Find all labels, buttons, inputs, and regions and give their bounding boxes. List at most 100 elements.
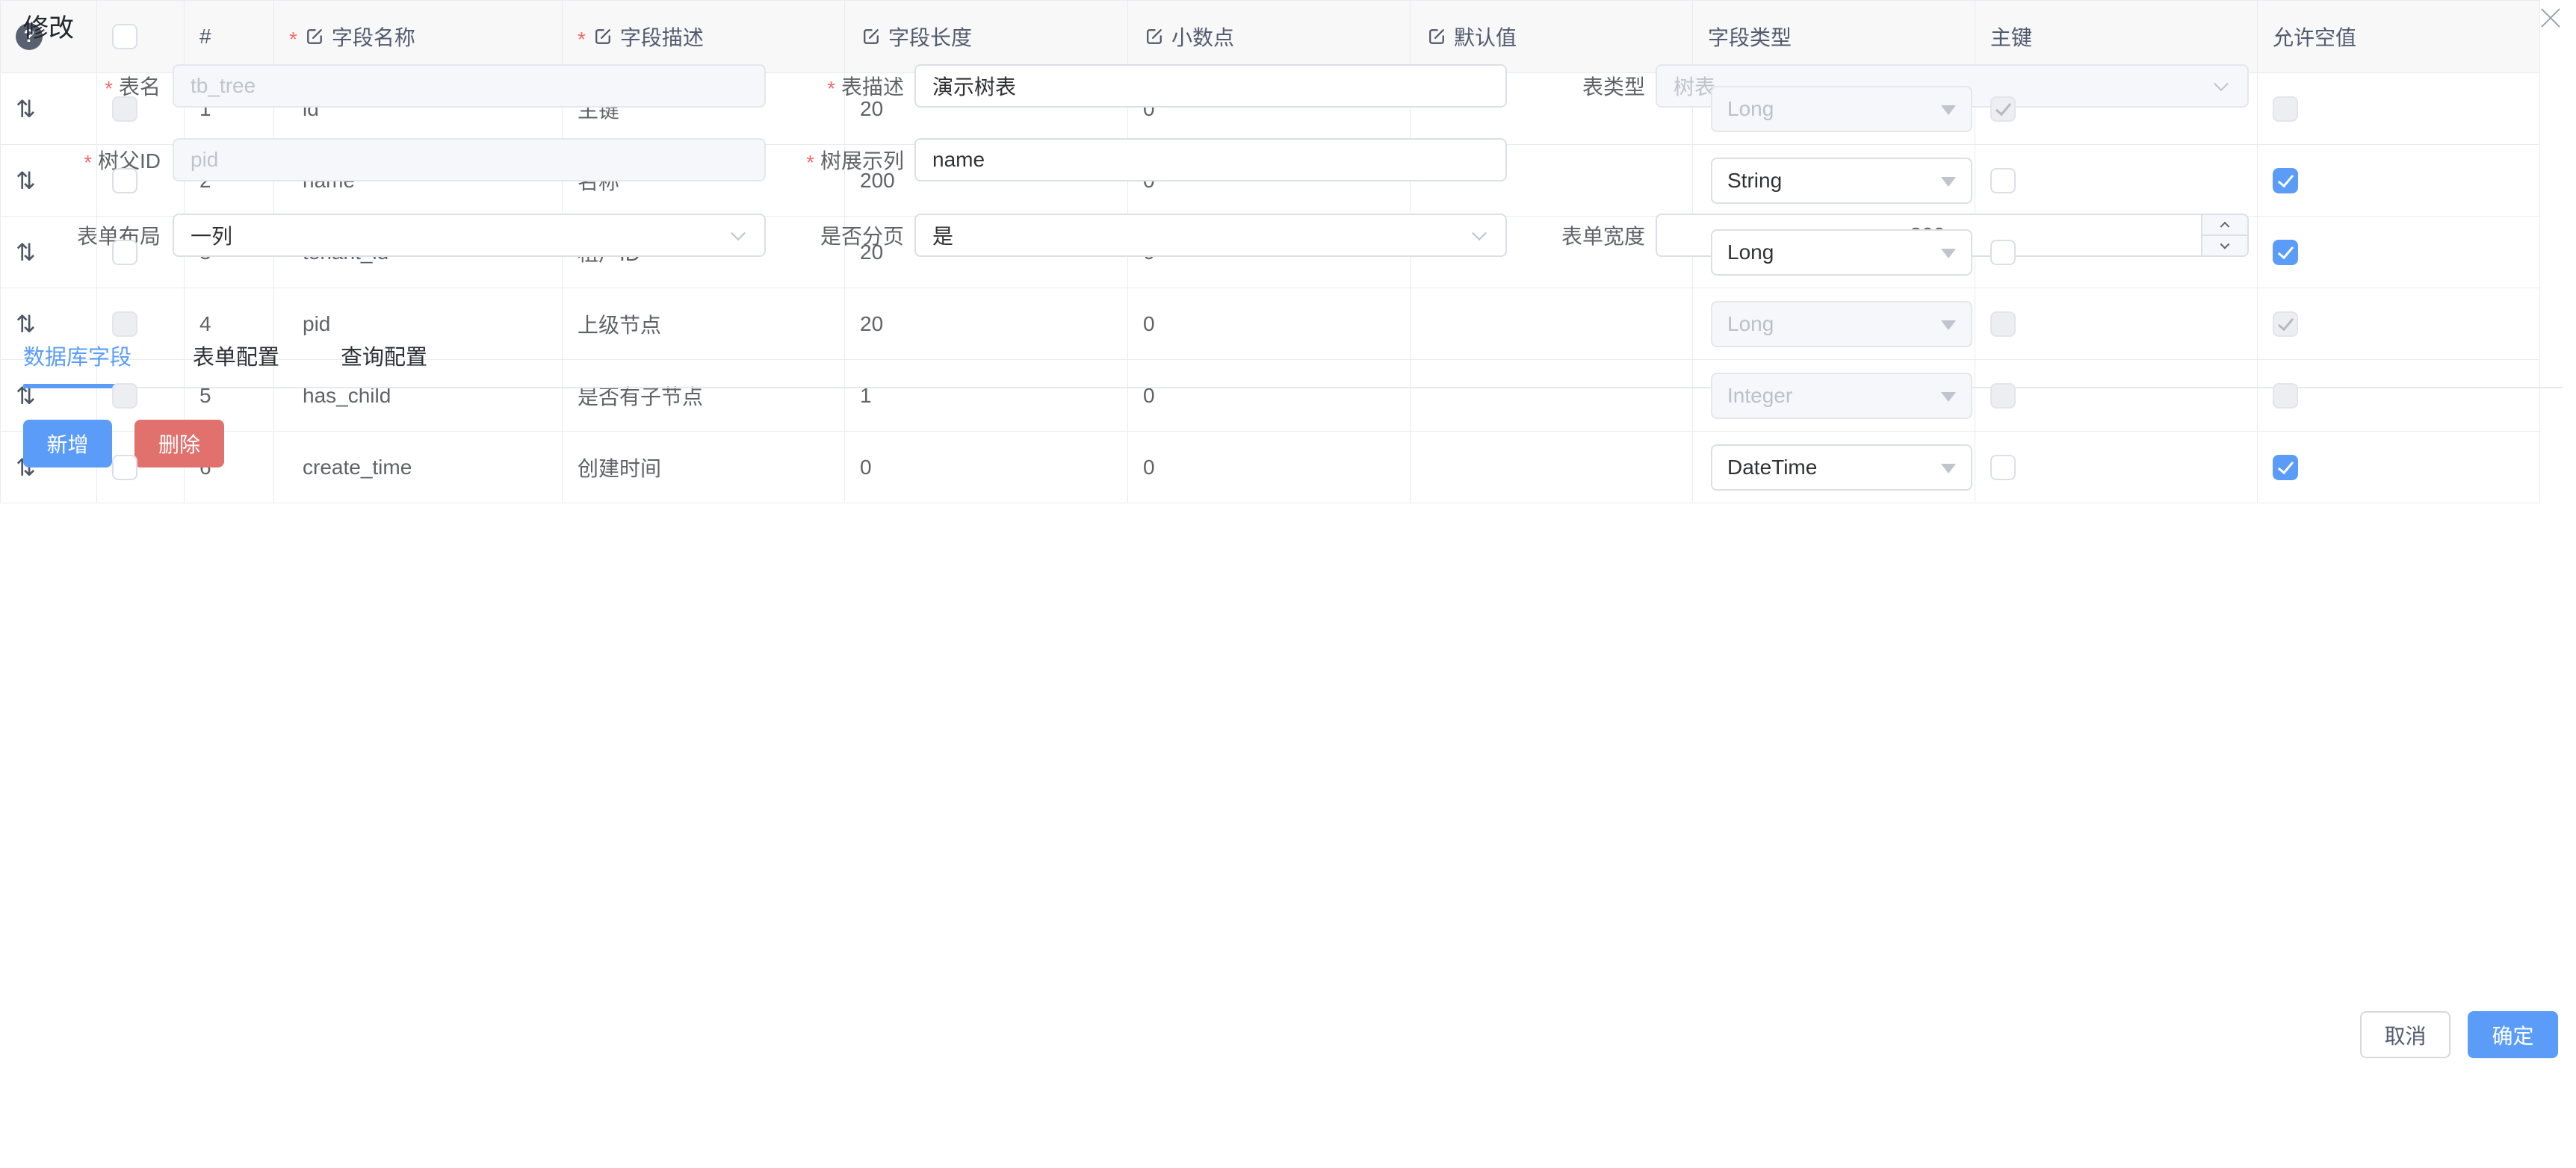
- form-width-label: 表单宽度: [1457, 214, 1645, 257]
- dropdown-arrow-icon: [1941, 177, 1956, 187]
- close-icon[interactable]: [2536, 3, 2566, 33]
- delete-button[interactable]: 删除: [134, 420, 224, 467]
- nullable-checkbox: [2273, 96, 2298, 122]
- field-desc-cell: 创建时间: [563, 432, 845, 503]
- add-button[interactable]: 新增: [23, 420, 112, 467]
- field-desc-cell: 是否有子节点: [563, 360, 845, 432]
- row-select-checkbox[interactable]: [112, 168, 137, 193]
- nullable-cell: [2258, 288, 2540, 360]
- dropdown-arrow-icon: [1941, 464, 1956, 473]
- default-value-cell: [1411, 288, 1693, 360]
- field-type-value: Integer: [1727, 384, 1792, 408]
- nullable-checkbox: [2273, 383, 2298, 409]
- sort-handle-icon[interactable]: ⇅: [16, 310, 36, 338]
- default-value-cell: [1411, 432, 1693, 503]
- nullable-checkbox[interactable]: [2273, 240, 2298, 265]
- increase-button[interactable]: [2202, 215, 2247, 236]
- paginated-label: 是否分页: [717, 214, 904, 257]
- nullable-cell: [2258, 217, 2540, 288]
- nullable-checkbox: [2273, 311, 2298, 337]
- edit-icon: [1143, 25, 1165, 48]
- dropdown-arrow-icon: [1941, 249, 1956, 258]
- edit-icon: [303, 25, 326, 48]
- nullable-checkbox[interactable]: [2273, 455, 2298, 480]
- cancel-button[interactable]: 取消: [2360, 1011, 2450, 1058]
- primary-key-checkbox[interactable]: [1990, 455, 2016, 480]
- field-type-select: Integer: [1711, 373, 1972, 419]
- required-asterisk: *: [105, 78, 113, 99]
- primary-key-checkbox[interactable]: [1990, 240, 2016, 265]
- select-all-checkbox[interactable]: [112, 24, 137, 49]
- nullable-cell: [2258, 145, 2540, 217]
- page-title: 修改: [23, 7, 74, 44]
- nullable-cell: [2258, 360, 2540, 432]
- field-name-cell: create_time: [274, 432, 563, 503]
- field-type-value: DateTime: [1727, 456, 1817, 479]
- field-type-cell: Integer: [1693, 360, 1975, 432]
- chevron-down-icon: [2214, 76, 2229, 91]
- primary-key-cell: [1975, 288, 2258, 360]
- field-type-select[interactable]: DateTime: [1711, 444, 1972, 491]
- confirm-button[interactable]: 确定: [2468, 1011, 2558, 1058]
- select-all-header: [97, 1, 185, 73]
- field-length-cell: 0: [845, 432, 1128, 503]
- field-type-cell: Long: [1693, 288, 1975, 360]
- edit-icon: [1425, 25, 1448, 48]
- primary-key-checkbox: [1990, 96, 2016, 122]
- nullable-checkbox[interactable]: [2273, 168, 2298, 193]
- dropdown-arrow-icon: [1941, 392, 1956, 402]
- table-name-input[interactable]: [173, 64, 766, 108]
- chevron-up-icon: [2220, 222, 2230, 232]
- tab-database-fields[interactable]: 数据库字段: [23, 340, 131, 382]
- primary-key-checkbox[interactable]: [1990, 168, 2016, 193]
- field-type-select[interactable]: String: [1711, 158, 1972, 204]
- decimal-column-header: 小数点: [1128, 1, 1411, 73]
- decimal-cell: 0: [1128, 360, 1411, 432]
- field-type-cell: String: [1693, 145, 1975, 217]
- row-select-checkbox[interactable]: [112, 240, 137, 265]
- required-asterisk: *: [827, 78, 835, 99]
- length-column-header: 字段长度: [845, 1, 1128, 73]
- dropdown-arrow-icon: [1941, 320, 1956, 330]
- table-desc-input[interactable]: [914, 64, 1507, 108]
- field-type-cell: DateTime: [1693, 432, 1975, 503]
- tab-divider: [23, 387, 2563, 388]
- primary-key-checkbox: [1990, 383, 2016, 409]
- field-type-select: Long: [1711, 86, 1972, 132]
- field-type-value: Long: [1727, 312, 1774, 336]
- form-layout-select[interactable]: 一列: [173, 214, 766, 257]
- field-type-value: Long: [1727, 240, 1774, 264]
- default-column-header: 默认值: [1411, 1, 1693, 73]
- nullable-cell: [2258, 73, 2540, 145]
- chevron-down-icon: [2220, 240, 2230, 249]
- required-asterisk: *: [806, 152, 814, 173]
- primary-key-cell: [1975, 432, 2258, 503]
- tab-bar: 数据库字段 表单配置 查询配置: [23, 340, 427, 382]
- name-column-header: * 字段名称: [274, 1, 563, 73]
- primary-column-header: 主键: [1975, 1, 2258, 73]
- nullable-cell: [2258, 432, 2540, 503]
- decrease-button[interactable]: [2202, 236, 2247, 255]
- edit-icon: [592, 25, 614, 48]
- tree-parent-id-input[interactable]: [173, 138, 766, 181]
- field-desc-cell: 上级节点: [563, 288, 845, 360]
- index-column-header: #: [185, 1, 274, 73]
- row-select-checkbox: [112, 96, 137, 122]
- dropdown-arrow-icon: [1941, 105, 1956, 115]
- required-asterisk: *: [289, 29, 297, 50]
- field-length-cell: 1: [845, 360, 1128, 432]
- paginated-select[interactable]: 是: [914, 214, 1507, 257]
- row-select-checkbox[interactable]: [112, 455, 137, 480]
- table-header-row: ? # * 字段名称 * 字段描述: [1, 1, 2540, 73]
- tree-display-col-input[interactable]: [914, 138, 1507, 181]
- row-select-checkbox: [112, 383, 137, 409]
- decimal-cell: 0: [1128, 432, 1411, 503]
- nullable-column-header: 允许空值: [2258, 1, 2540, 73]
- decimal-cell: 0: [1128, 288, 1411, 360]
- tab-form-config[interactable]: 表单配置: [193, 340, 279, 382]
- field-type-select[interactable]: Long: [1711, 229, 1972, 276]
- required-asterisk: *: [578, 29, 586, 50]
- field-length-cell: 20: [845, 288, 1128, 360]
- primary-key-cell: [1975, 360, 2258, 432]
- tab-query-config[interactable]: 查询配置: [341, 340, 427, 382]
